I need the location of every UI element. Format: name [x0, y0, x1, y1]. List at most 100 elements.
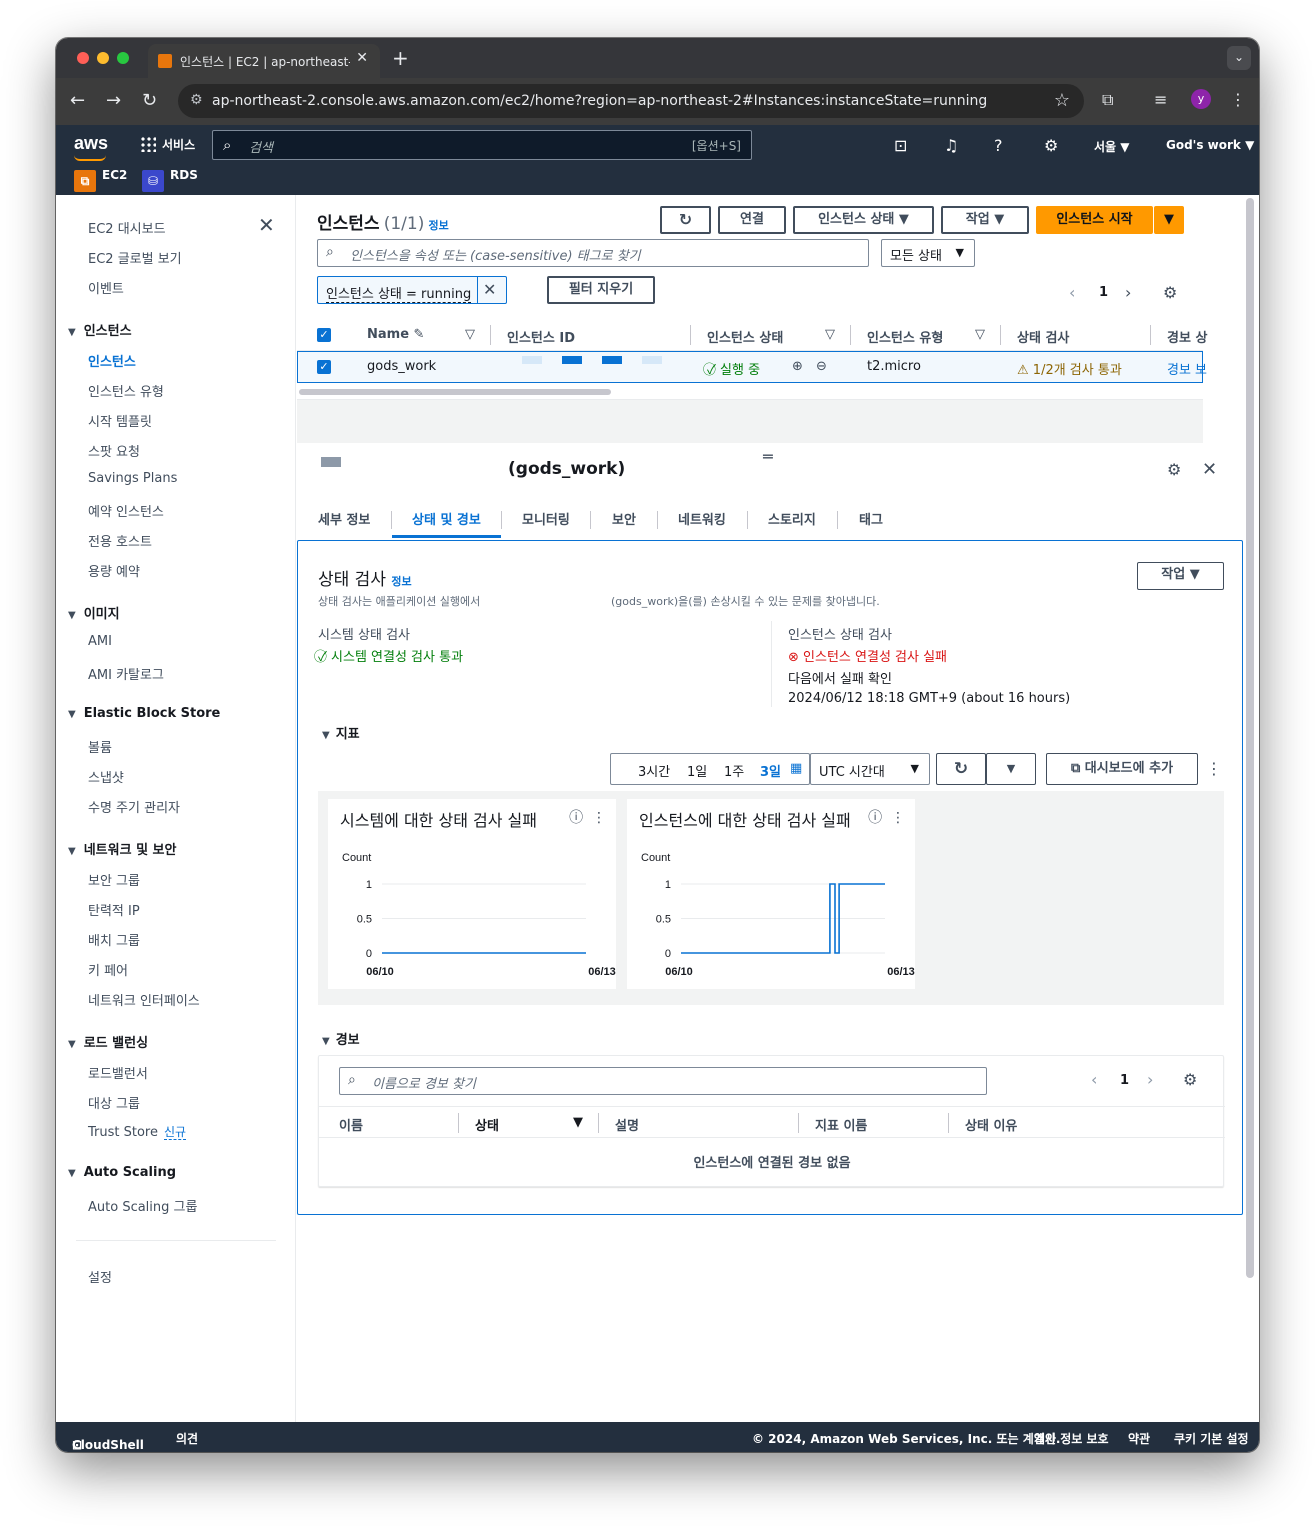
sort-descending-icon[interactable]: ▼ — [573, 1115, 583, 1130]
nav-section-ebs[interactable]: ▼ Elastic Block Store — [68, 706, 220, 721]
nav-load-balancers[interactable]: 로드밸런서 — [88, 1063, 148, 1082]
nav-ami-catalog[interactable]: AMI 카탈로그 — [88, 664, 164, 683]
tab-storage[interactable]: 스토리지 — [768, 509, 816, 528]
close-tab-icon[interactable]: ✕ — [356, 50, 368, 66]
row-checkbox[interactable]: ✓ — [317, 360, 331, 374]
close-window-button[interactable] — [77, 52, 89, 64]
column-alarm-state[interactable]: 상태 — [475, 1115, 499, 1134]
range-3d[interactable]: 3일 — [760, 761, 781, 780]
range-1w[interactable]: 1주 — [724, 761, 744, 780]
column-instance-type[interactable]: 인스턴스 유형 — [867, 327, 943, 346]
horizontal-scrollbar[interactable] — [299, 389, 611, 395]
sort-icon[interactable]: ▽ — [825, 327, 835, 342]
nav-elastic-ips[interactable]: 탄력적 IP — [88, 900, 140, 919]
metrics-section-toggle[interactable]: ▼ 지표 — [322, 723, 360, 742]
extensions-icon[interactable]: ⧉ — [1102, 90, 1113, 110]
status-checks-info-link[interactable]: 정보 — [391, 575, 411, 588]
add-to-dashboard-button[interactable]: ⧉ 대시보드에 추가 — [1046, 753, 1198, 785]
nav-auto-scaling-groups[interactable]: Auto Scaling 그룹 — [88, 1196, 197, 1215]
column-alarm-name[interactable]: 이름 — [339, 1115, 363, 1134]
column-status-checks[interactable]: 상태 검사 — [1017, 327, 1069, 346]
tab-search-icon[interactable]: ⌄ — [1227, 46, 1251, 70]
split-panel-settings-gear-icon[interactable]: ⚙ — [1167, 460, 1181, 479]
nav-placement-groups[interactable]: 배치 그룹 — [88, 930, 140, 949]
close-split-panel-icon[interactable]: ✕ — [1202, 459, 1217, 480]
sort-icon[interactable]: ▽ — [975, 327, 985, 342]
nav-launch-templates[interactable]: 시작 템플릿 — [88, 411, 152, 430]
account-menu[interactable]: God's work ▼ — [1166, 138, 1254, 152]
range-1d[interactable]: 1일 — [687, 761, 707, 780]
table-preferences-gear-icon[interactable]: ⚙ — [1183, 1070, 1197, 1089]
refresh-options-dropdown[interactable]: ▼ — [986, 753, 1036, 785]
page-number[interactable]: 1 — [1099, 285, 1108, 300]
more-options-icon[interactable]: ⋮ — [1206, 759, 1222, 778]
site-info-icon[interactable]: ⚙ — [190, 92, 203, 108]
nav-instances[interactable]: 인스턴스 — [88, 351, 136, 370]
alarms-page-number[interactable]: 1 — [1120, 1073, 1129, 1088]
browser-menu-icon[interactable]: ⋮ — [1230, 90, 1246, 109]
connect-button[interactable]: 연결 — [718, 206, 786, 234]
nav-key-pairs[interactable]: 키 페어 — [88, 960, 128, 979]
address-bar[interactable]: ⚙ ap-northeast-2.console.aws.amazon.com/… — [178, 84, 1084, 118]
maximize-window-button[interactable] — [117, 52, 129, 64]
privacy-link[interactable]: 개인 정보 보호 — [1034, 1430, 1109, 1447]
info-icon[interactable]: ⓘ — [868, 810, 882, 826]
more-options-icon[interactable]: ⋮ — [891, 810, 905, 826]
nav-section-auto-scaling[interactable]: ▼ Auto Scaling — [68, 1165, 176, 1180]
aws-search-input[interactable]: ⌕ 검색 [옵션+S] — [212, 130, 752, 160]
region-selector[interactable]: 서울 ▼ — [1094, 138, 1130, 155]
launch-instances-button[interactable]: 인스턴스 시작 — [1036, 206, 1153, 234]
nav-settings[interactable]: 설정 — [88, 1267, 112, 1286]
remove-filter-icon[interactable]: ✕ — [483, 280, 496, 299]
terms-link[interactable]: 약관 — [1128, 1430, 1150, 1447]
nav-volumes[interactable]: 볼륨 — [88, 737, 112, 756]
nav-trust-store[interactable]: Trust Store 신규 — [88, 1123, 187, 1140]
instances-search-input[interactable]: ⌕ 인스턴스을 속성 또는 (case-sensitive) 태그로 찾기 — [317, 239, 869, 267]
column-metric-name[interactable]: 지표 이름 — [815, 1115, 867, 1134]
nav-section-instances[interactable]: ▼ 인스턴스 — [68, 320, 132, 339]
alarms-section-toggle[interactable]: ▼ 경보 — [322, 1029, 360, 1048]
reading-list-icon[interactable]: ≡ — [1154, 90, 1167, 109]
tab-details[interactable]: 세부 정보 — [318, 509, 370, 528]
refresh-metrics-button[interactable]: ↻ — [936, 753, 986, 785]
previous-page-icon[interactable]: ‹ — [1069, 283, 1075, 302]
browser-tab[interactable]: 인스턴스 | EC2 | ap-northeast-2 ✕ — [148, 44, 380, 78]
notifications-bell-icon[interactable]: ♫ — [944, 136, 958, 155]
zoom-out-icon[interactable]: ⊖ — [816, 359, 827, 374]
status-checks-warning[interactable]: ⚠ 1/2개 검사 통과 — [1017, 359, 1122, 378]
nav-section-network-security[interactable]: ▼ 네트워크 및 보안 — [68, 839, 176, 858]
column-instance-state[interactable]: 인스턴스 상태 — [707, 327, 783, 346]
nav-dedicated-hosts[interactable]: 전용 호스트 — [88, 531, 152, 550]
nav-ec2-global-view[interactable]: EC2 글로벌 보기 — [88, 248, 182, 267]
services-menu[interactable]: 서비스 — [140, 136, 195, 153]
settings-gear-icon[interactable]: ⚙ — [1044, 136, 1058, 155]
clear-filters-button[interactable]: 필터 지우기 — [547, 276, 655, 304]
nav-lifecycle-manager[interactable]: 수명 주기 관리자 — [88, 797, 180, 816]
filter-token[interactable]: 인스턴스 상태 = running ✕ — [317, 276, 507, 304]
alarm-status-link[interactable]: 경보 보 — [1167, 359, 1207, 378]
tab-monitoring[interactable]: 모니터링 — [522, 509, 570, 528]
column-state-reason[interactable]: 상태 이유 — [965, 1115, 1017, 1134]
nav-network-interfaces[interactable]: 네트워크 인터페이스 — [88, 990, 200, 1009]
next-page-icon[interactable]: › — [1147, 1070, 1153, 1089]
nav-snapshots[interactable]: 스냅샷 — [88, 767, 124, 786]
favorite-rds[interactable]: ⛁ RDS — [142, 168, 198, 192]
refresh-button[interactable]: ↻ — [660, 206, 711, 234]
new-tab-icon[interactable]: + — [392, 46, 409, 70]
nav-section-load-balancing[interactable]: ▼ 로드 밸런싱 — [68, 1032, 148, 1051]
help-icon[interactable]: ? — [994, 136, 1003, 155]
bookmark-star-icon[interactable]: ☆ — [1054, 90, 1070, 111]
instances-info-link[interactable]: 정보 — [428, 219, 448, 232]
tab-tags[interactable]: 태그 — [859, 509, 883, 528]
nav-reserved-instances[interactable]: 예약 인스턴스 — [88, 501, 164, 520]
split-panel-drag-handle-icon[interactable]: ═ — [763, 447, 773, 466]
column-instance-id[interactable]: 인스턴스 ID — [507, 327, 575, 346]
state-filter-select[interactable]: 모든 상태 ▼ — [881, 239, 975, 267]
select-all-checkbox[interactable]: ✓ — [317, 328, 331, 342]
column-alarm-description[interactable]: 설명 — [615, 1115, 639, 1134]
favorite-ec2[interactable]: ⧉ EC2 — [74, 168, 127, 192]
page-scrollbar[interactable] — [1246, 198, 1254, 1278]
nav-savings-plans[interactable]: Savings Plans — [88, 471, 177, 486]
tab-security[interactable]: 보안 — [612, 509, 636, 528]
instance-state-button[interactable]: 인스턴스 상태 ▼ — [793, 206, 934, 234]
